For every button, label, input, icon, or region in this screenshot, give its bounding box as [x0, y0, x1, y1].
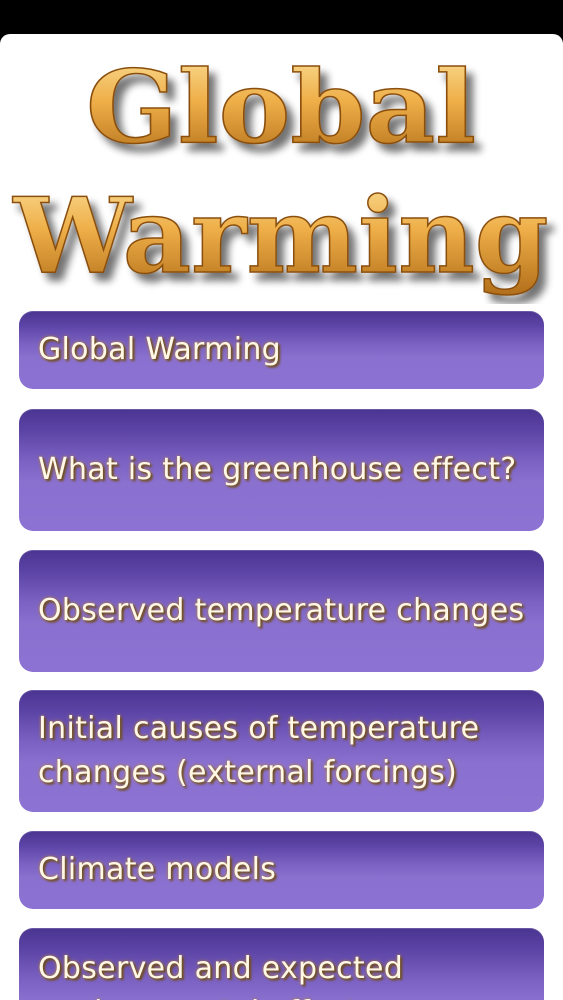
- menu-item-label: Climate models: [38, 852, 277, 887]
- menu-item-environmental-effects[interactable]: Observed and expected environmental effe…: [19, 928, 544, 1000]
- menu-item-observed-temperature[interactable]: Observed temperature changes: [19, 550, 544, 672]
- menu-item-climate-models[interactable]: Climate models: [19, 831, 544, 909]
- title-banner: Global Warming: [0, 34, 563, 304]
- status-bar: [0, 0, 563, 34]
- title-logo: Global Warming: [12, 47, 550, 298]
- menu-item-external-forcings[interactable]: Initial causes of temperature changes (e…: [19, 690, 544, 812]
- main-content: Global Warming Global Warming What is th…: [0, 34, 563, 1000]
- menu-item-label: Initial causes of temperature changes (e…: [38, 711, 480, 790]
- title-line2: Warming: [12, 174, 548, 297]
- menu-item-label: Observed and expected environmental effe…: [38, 951, 404, 1000]
- menu-item-greenhouse-effect[interactable]: What is the greenhouse effect?: [19, 409, 544, 531]
- menu-item-label: What is the greenhouse effect?: [38, 452, 517, 487]
- menu-item-global-warming[interactable]: Global Warming: [19, 311, 544, 389]
- menu-item-label: Global Warming: [38, 332, 281, 367]
- title-line1: Global: [86, 48, 476, 166]
- menu-item-label: Observed temperature changes: [38, 593, 525, 628]
